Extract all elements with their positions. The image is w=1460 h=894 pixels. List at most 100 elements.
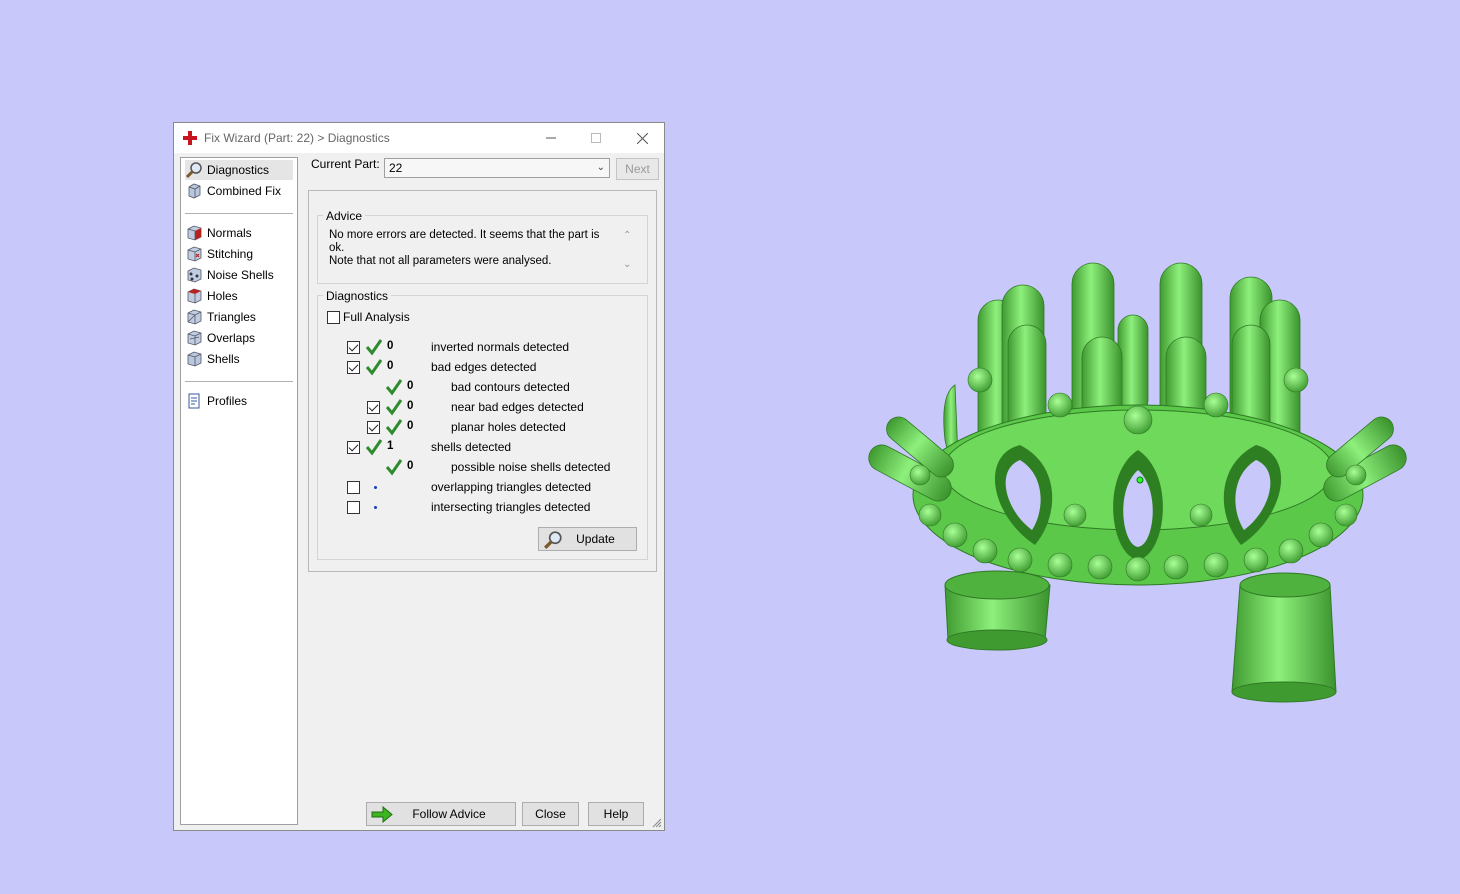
cube-red-face-icon: [187, 225, 202, 241]
planar-holes-count: 0: [407, 420, 414, 432]
minimize-icon: [546, 137, 556, 139]
sidebar-item-label: Overlaps: [207, 331, 256, 345]
sidebar-item-label: Shells: [207, 352, 240, 366]
bad-contours-count: 0: [407, 380, 414, 392]
cube-icon: [187, 351, 202, 367]
sidebar-item-label: Holes: [207, 289, 238, 303]
current-part-value: 22: [389, 161, 403, 175]
help-button[interactable]: Help: [588, 802, 644, 826]
follow-advice-label: Follow Advice: [412, 807, 486, 821]
overlapping-triangles-checkbox[interactable]: [347, 481, 360, 494]
bad-contours-label: bad contours detected: [451, 380, 570, 394]
maximize-icon: [591, 133, 601, 143]
sidebar-item-overlaps[interactable]: Overlaps: [185, 328, 255, 348]
diagnostics-group-label: Diagnostics: [323, 289, 392, 303]
resize-grip-icon[interactable]: [652, 818, 662, 828]
green-check-icon: [365, 359, 383, 376]
cube-triangle-icon: [187, 309, 202, 325]
noise-shells-count: 0: [407, 460, 414, 472]
sidebar-divider: [185, 381, 293, 382]
magnifier-icon: [544, 531, 562, 549]
pending-dot-icon: [374, 486, 377, 489]
green-check-icon: [365, 339, 383, 356]
planar-holes-checkbox[interactable]: [367, 421, 380, 434]
arrow-right-icon: [371, 806, 393, 823]
document-icon: [188, 393, 200, 409]
sidebar-item-stitching[interactable]: Stitching: [185, 244, 253, 264]
sidebar-item-holes[interactable]: Holes: [185, 286, 238, 306]
bad-edges-count: 0: [387, 360, 394, 372]
sidebar-divider: [185, 213, 293, 214]
overlapping-triangles-label: overlapping triangles detected: [431, 480, 592, 494]
advice-line-1: No more errors are detected. It seems th…: [329, 229, 600, 254]
full-analysis-label: Full Analysis: [343, 310, 410, 324]
sidebar-item-label: Normals: [207, 226, 252, 240]
cube-dots-icon: [187, 267, 202, 283]
minimize-button[interactable]: [528, 123, 574, 153]
sidebar-item-label: Noise Shells: [207, 268, 274, 282]
close-window-button[interactable]: [619, 123, 665, 153]
intersecting-triangles-label: intersecting triangles detected: [431, 500, 591, 514]
chevron-down-icon: ⌄: [596, 162, 605, 173]
pending-dot-icon: [374, 506, 377, 509]
advice-text: No more errors are detected. It seems th…: [329, 229, 614, 268]
green-check-icon: [365, 439, 383, 456]
shells-count: 1: [387, 440, 394, 452]
close-icon: [636, 132, 648, 144]
green-check-icon: [385, 399, 403, 416]
planar-holes-label: planar holes detected: [451, 420, 566, 434]
cube-stitch-icon: [187, 246, 202, 262]
magnifier-icon: [185, 162, 202, 179]
green-check-icon: [385, 459, 403, 476]
next-button[interactable]: Next: [616, 158, 659, 180]
bad-edges-checkbox[interactable]: [347, 361, 360, 374]
green-check-icon: [385, 419, 403, 436]
sidebar-item-label: Stitching: [207, 247, 254, 261]
model-pillars: [868, 262, 1407, 703]
sidebar: Diagnostics Combined Fix Normals Stitchi…: [180, 157, 298, 825]
follow-advice-button[interactable]: Follow Advice: [366, 802, 516, 826]
sidebar-item-normals[interactable]: Normals: [185, 223, 252, 243]
inverted-normals-count: 0: [387, 340, 394, 352]
scroll-down-icon[interactable]: ⌄: [623, 259, 631, 270]
near-bad-edges-checkbox[interactable]: [367, 401, 380, 414]
sidebar-item-label: Profiles: [207, 394, 248, 408]
update-label: Update: [576, 532, 615, 546]
sidebar-item-profiles[interactable]: Profiles: [185, 391, 247, 411]
current-part-select[interactable]: 22 ⌄: [384, 158, 610, 178]
green-check-icon: [385, 379, 403, 396]
intersecting-triangles-checkbox[interactable]: [347, 501, 360, 514]
shells-label: shells detected: [431, 440, 512, 454]
cube-red-hole-icon: [187, 288, 202, 304]
sidebar-item-label: Triangles: [207, 310, 256, 324]
sidebar-item-shells[interactable]: Shells: [185, 349, 240, 369]
full-analysis-checkbox[interactable]: [327, 311, 340, 324]
noise-shells-label: possible noise shells detected: [451, 460, 611, 474]
sidebar-item-label: Diagnostics: [207, 163, 270, 177]
sidebar-item-label: Combined Fix: [207, 184, 282, 198]
inverted-normals-label: inverted normals detected: [431, 340, 570, 354]
near-bad-edges-count: 0: [407, 400, 414, 412]
advice-group-label: Advice: [323, 209, 366, 223]
current-part-label: Current Part:: [311, 157, 380, 171]
near-bad-edges-label: near bad edges detected: [451, 400, 584, 414]
3d-model-view[interactable]: [860, 255, 1420, 705]
sidebar-item-noise-shells[interactable]: Noise Shells: [185, 265, 274, 285]
cube-icon: [188, 183, 201, 199]
window-title: Fix Wizard (Part: 22) > Diagnostics: [204, 131, 390, 145]
scroll-up-icon[interactable]: ⌃: [623, 230, 631, 241]
close-button[interactable]: Close: [522, 802, 579, 826]
advice-line-2: Note that not all parameters were analys…: [329, 255, 552, 267]
inverted-normals-checkbox[interactable]: [347, 341, 360, 354]
sidebar-item-combined-fix[interactable]: Combined Fix: [185, 181, 281, 201]
fix-wizard-window: Fix Wizard (Part: 22) > Diagnostics Diag…: [173, 122, 665, 831]
cube-overlap-icon: [187, 330, 202, 346]
title-bar[interactable]: Fix Wizard (Part: 22) > Diagnostics: [174, 123, 664, 153]
shells-checkbox[interactable]: [347, 441, 360, 454]
update-button[interactable]: Update: [538, 527, 637, 551]
sidebar-item-diagnostics[interactable]: Diagnostics: [185, 160, 293, 180]
red-cross-icon: [183, 131, 197, 145]
maximize-button[interactable]: [573, 123, 619, 153]
bad-edges-label: bad edges detected: [431, 360, 537, 374]
sidebar-item-triangles[interactable]: Triangles: [185, 307, 256, 327]
